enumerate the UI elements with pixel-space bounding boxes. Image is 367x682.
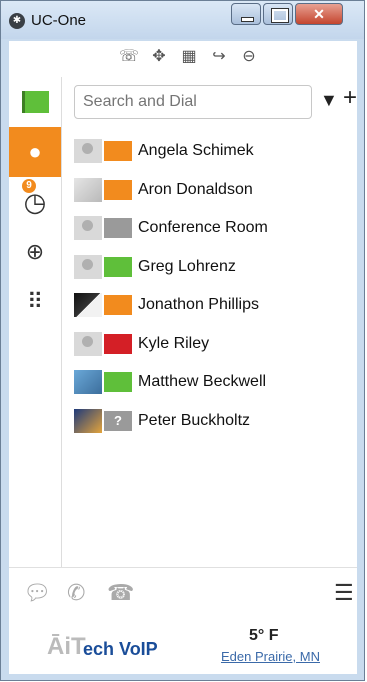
contact-name: Angela Schimek [138, 142, 254, 160]
main-panel: ● ◷ 9 ⊕ ⠿ ▼ + Angela Schimek [9, 77, 357, 674]
filter-icon[interactable]: ▼ [320, 90, 338, 111]
avatar [74, 177, 102, 202]
contact-row[interactable]: Greg Lohrenz [74, 248, 354, 287]
logo-mark: ĀiT [47, 633, 86, 660]
status-flag-icon [104, 179, 132, 200]
do-not-disturb-icon[interactable]: ⊖ [239, 47, 259, 67]
contact-row[interactable]: ? Peter Buckholtz [74, 402, 354, 441]
window-title: UC-One [31, 12, 87, 29]
history-badge: 9 [22, 179, 36, 193]
contact-row[interactable]: Angela Schimek [74, 132, 354, 171]
avatar [74, 139, 102, 164]
status-flag-icon [104, 372, 132, 393]
weather-temperature: 5° F [249, 627, 279, 644]
contact-row[interactable]: Conference Room [74, 209, 354, 248]
avatar [74, 293, 102, 318]
desk-phone-icon[interactable]: ☎ [107, 580, 134, 606]
avatar [74, 408, 102, 433]
weather-location-link[interactable]: Eden Prairie, MN [221, 649, 320, 664]
menu-icon[interactable]: ☰ [334, 580, 354, 606]
app-logo-icon: ✱ [9, 13, 25, 29]
top-toolbar: ☏ ✥ ▦ ↪ ⊖ [9, 41, 357, 78]
logo-text: ech VoIP [83, 639, 158, 659]
avatar [74, 370, 102, 395]
status-flag-icon [104, 256, 132, 277]
globe-icon: ⊕ [25, 239, 45, 264]
move-icon[interactable]: ✥ [149, 47, 169, 67]
footer: ĀiT ech VoIP 5° F Eden Prairie, MN [9, 617, 357, 674]
status-phone-icon [104, 333, 132, 354]
person-icon: ● [28, 139, 42, 164]
status-unknown-icon: ? [104, 410, 132, 431]
contact-row[interactable]: Jonathon Phillips [74, 286, 354, 325]
app-window: ✱ UC-One ✕ ☏ ✥ ▦ ↪ ⊖ ● ◷ 9 ⊕ ⠿ Search an… [0, 0, 365, 681]
left-nav: ● ◷ 9 ⊕ ⠿ [9, 77, 62, 567]
call-forward-icon[interactable]: ↪ [209, 47, 229, 67]
nav-dialpad[interactable]: ⠿ [9, 277, 61, 327]
contact-name: Matthew Beckwell [138, 373, 267, 391]
contact-name: Aron Donaldson [138, 180, 253, 198]
contact-row[interactable]: Kyle Riley [74, 325, 354, 364]
contact-row[interactable]: Aron Donaldson [74, 171, 354, 210]
avatar [74, 254, 102, 279]
title-bar: ✱ UC-One ✕ [1, 1, 364, 39]
nav-contacts[interactable]: ● [9, 127, 61, 177]
bottom-toolbar: 💬︎ ✆ ☎ ☰ [9, 567, 357, 618]
minimize-button[interactable] [231, 3, 261, 25]
company-logo: ĀiT ech VoIP [47, 627, 177, 667]
chat-icon[interactable]: 💬︎ [23, 580, 51, 606]
green-flag-icon [21, 91, 49, 113]
nav-history[interactable]: ◷ 9 [9, 177, 61, 227]
building-icon[interactable]: ▦ [179, 47, 199, 67]
search-input[interactable] [74, 85, 312, 119]
add-contact-icon[interactable]: + [343, 86, 357, 110]
status-flag-icon [104, 141, 132, 162]
contact-list: Angela Schimek Aron Donaldson Conference… [74, 132, 354, 440]
dialpad-icon: ⠿ [26, 289, 44, 314]
contact-row[interactable]: Matthew Beckwell [74, 363, 354, 402]
contact-name: Peter Buckholtz [138, 411, 251, 429]
phone-icon[interactable]: ✆ [67, 580, 85, 606]
nav-presence[interactable] [9, 77, 61, 127]
nav-web[interactable]: ⊕ [9, 227, 61, 277]
status-flag-icon [104, 218, 132, 239]
avatar [74, 331, 102, 356]
voicemail-icon[interactable]: ☏ [119, 47, 139, 67]
status-flag-icon [104, 295, 132, 316]
close-button[interactable]: ✕ [295, 3, 343, 25]
maximize-button[interactable] [263, 3, 293, 25]
contact-name: Jonathon Phillips [138, 296, 259, 314]
contact-name: Kyle Riley [138, 334, 210, 352]
contact-name: Conference Room [138, 219, 268, 237]
avatar [74, 216, 102, 241]
contact-name: Greg Lohrenz [138, 257, 236, 275]
